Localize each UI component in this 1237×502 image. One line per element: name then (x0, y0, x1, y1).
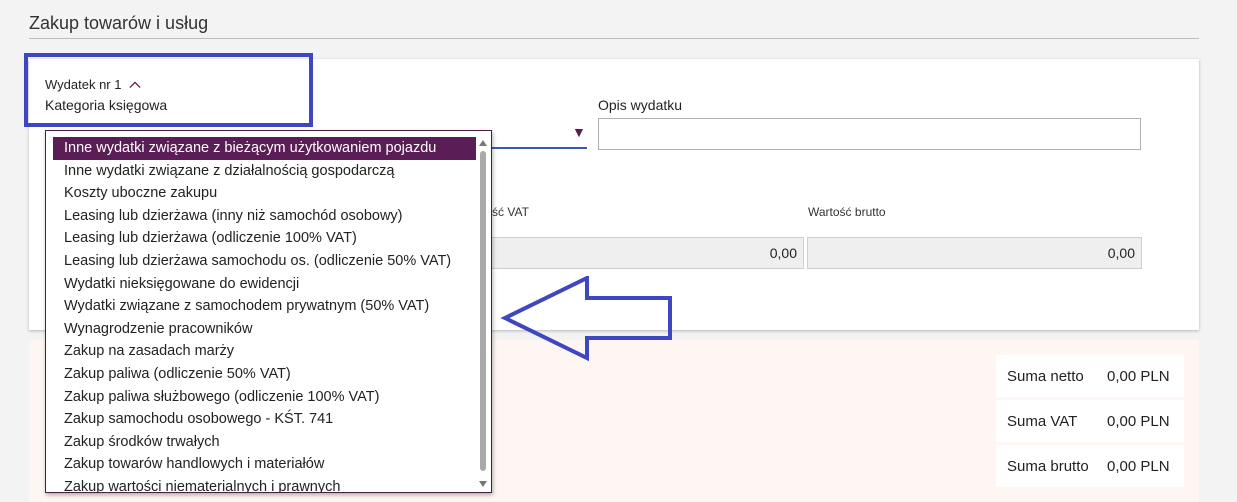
title-divider (29, 38, 1199, 39)
dropdown-list: Inne wydatki związane z bieżącym użytkow… (53, 137, 476, 492)
sum-brutto-row: Suma brutto 0,00 PLN (996, 445, 1184, 487)
sum-netto-row: Suma netto 0,00 PLN (996, 355, 1184, 397)
description-label: Opis wydatku (598, 97, 683, 113)
brutto-value-field: 0,00 (807, 237, 1142, 269)
dropdown-option[interactable]: Leasing lub dzierżawa samochodu os. (odl… (53, 250, 476, 273)
page-title: Zakup towarów i usług (29, 13, 209, 33)
brutto-label: Wartość brutto (808, 205, 886, 219)
dropdown-option[interactable]: Wynagrodzenie pracowników (53, 318, 476, 341)
dropdown-option[interactable]: Zakup paliwa służbowego (odliczenie 100%… (53, 386, 476, 409)
dropdown-scrollbar[interactable] (476, 137, 490, 489)
dropdown-option[interactable]: Wydatki nieksięgowane do ewidencji (53, 273, 476, 296)
dropdown-option[interactable]: Wydatki związane z samochodem prywatnym … (53, 295, 476, 318)
dropdown-option[interactable]: Zakup towarów handlowych i materiałów (53, 453, 476, 476)
sum-brutto-label: Suma brutto (1007, 457, 1089, 475)
left-arrow-icon (500, 276, 672, 361)
scroll-down-icon[interactable] (479, 481, 487, 487)
vat-value-field: 0,00 (478, 237, 804, 269)
scroll-up-icon[interactable] (479, 140, 487, 146)
sum-vat-value: 0,00 PLN (1107, 412, 1170, 430)
category-dropdown[interactable]: Inne wydatki związane z bieżącym użytkow… (45, 130, 492, 493)
caret-down-icon[interactable]: ▼ (572, 124, 586, 140)
dropdown-option[interactable]: Inne wydatki związane z działalnością go… (53, 160, 476, 183)
sum-netto-label: Suma netto (1007, 367, 1084, 385)
scrollbar-thumb[interactable] (480, 151, 486, 471)
dropdown-option[interactable]: Leasing lub dzierżawa (inny niż samochód… (53, 205, 476, 228)
sum-netto-value: 0,00 PLN (1107, 367, 1170, 385)
dropdown-option[interactable]: Zakup samochodu osobowego - KŚT. 741 (53, 408, 476, 431)
dropdown-option[interactable]: Zakup wartości niematerialnych i prawnyc… (53, 476, 476, 492)
dropdown-option[interactable]: Zakup na zasadach marży (53, 340, 476, 363)
description-input[interactable] (598, 118, 1141, 150)
annotation-highlight-box (24, 53, 313, 127)
sum-brutto-value: 0,00 PLN (1107, 457, 1170, 475)
dropdown-option[interactable]: Inne wydatki związane z bieżącym użytkow… (53, 137, 476, 160)
dropdown-option[interactable]: Leasing lub dzierżawa (odliczenie 100% V… (53, 227, 476, 250)
sum-vat-label: Suma VAT (1007, 412, 1078, 430)
sum-vat-row: Suma VAT 0,00 PLN (996, 400, 1184, 442)
dropdown-option[interactable]: Koszty uboczne zakupu (53, 182, 476, 205)
dropdown-option[interactable]: Zakup paliwa (odliczenie 50% VAT) (53, 363, 476, 386)
dropdown-option[interactable]: Zakup środków trwałych (53, 431, 476, 454)
